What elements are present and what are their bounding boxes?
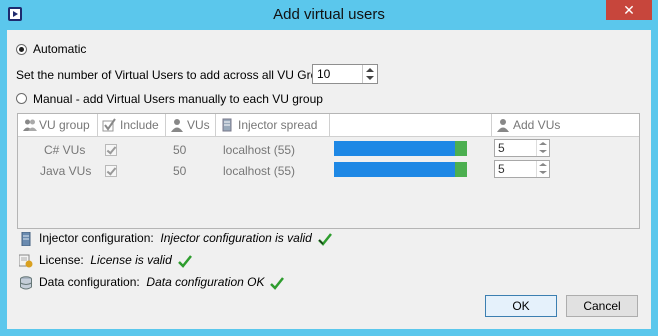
add-vus-value[interactable]: 5	[498, 162, 505, 176]
status-value: Data configuration OK	[146, 275, 265, 289]
license-icon	[19, 254, 33, 268]
column-header-add-vus: Add VUs	[492, 114, 639, 137]
vu-group-table: VU group Include VUs Injector spread Add…	[17, 113, 640, 229]
checkmark-icon	[177, 255, 192, 268]
injector-spread-bar	[334, 141, 467, 156]
dialog-content: Automatic Set the number of Virtual User…	[7, 30, 651, 329]
ok-button[interactable]: OK	[485, 295, 557, 317]
add-vus-spinner-buttons[interactable]	[536, 161, 549, 177]
window-title: Add virtual users	[273, 6, 385, 23]
title-bar: Add virtual users ✕	[0, 0, 658, 30]
spinner-up-icon[interactable]	[539, 163, 547, 166]
column-header-injector-spread: Injector spread	[216, 114, 330, 137]
checkmark-icon	[317, 233, 332, 246]
vu-count-value[interactable]: 10	[317, 67, 330, 81]
add-vus-spinner[interactable]: 5	[494, 160, 550, 178]
include-checkbox[interactable]	[105, 144, 117, 156]
status-label: Data configuration:	[39, 275, 140, 289]
server-icon	[222, 118, 232, 132]
spread-bar-green	[455, 162, 467, 177]
checkbox-icon	[102, 118, 116, 132]
vu-count-spinner-buttons[interactable]	[362, 65, 377, 83]
add-vus-spinner[interactable]: 5	[494, 139, 550, 157]
injector-spread: localhost (55)	[223, 143, 296, 157]
data-status: Data configuration: Data configuration O…	[19, 275, 285, 290]
column-header-vus: VUs	[166, 114, 216, 137]
add-vus-spinner-buttons[interactable]	[536, 140, 549, 156]
spinner-up-icon[interactable]	[366, 68, 374, 72]
vu-group-name: Java VUs	[40, 164, 92, 178]
status-label: Injector configuration:	[39, 231, 154, 245]
close-button[interactable]: ✕	[606, 0, 652, 20]
injector-spread-bar	[334, 162, 467, 177]
status-label: License:	[39, 253, 84, 267]
column-header-label: VUs	[187, 118, 210, 132]
vu-group-name: C# VUs	[44, 143, 86, 157]
add-vus-value[interactable]: 5	[498, 141, 505, 155]
cancel-button[interactable]: Cancel	[566, 295, 638, 317]
user-icon	[171, 119, 183, 132]
column-header-label: VU group	[39, 118, 90, 132]
automatic-radio[interactable]	[16, 44, 27, 55]
vu-count-spinner[interactable]: 10	[312, 64, 378, 84]
license-status: License: License is valid	[19, 253, 192, 268]
column-header-include: Include	[98, 114, 166, 137]
column-header-label: Add VUs	[513, 118, 561, 132]
database-icon	[20, 276, 32, 290]
injector-spread: localhost (55)	[223, 164, 296, 178]
column-header-vu-group: VU group	[18, 114, 98, 137]
status-value: Injector configuration is valid	[160, 231, 312, 245]
manual-radio[interactable]	[16, 93, 27, 104]
column-header-label: Injector spread	[238, 118, 318, 132]
spinner-up-icon[interactable]	[539, 142, 547, 145]
injector-status: Injector configuration: Injector configu…	[19, 231, 332, 246]
spread-bar-green	[455, 141, 467, 156]
user-icon	[497, 119, 509, 132]
manual-label[interactable]: Manual - add Virtual Users manually to e…	[33, 92, 323, 106]
include-checkbox[interactable]	[105, 165, 117, 177]
column-header-label: Include	[120, 118, 159, 132]
column-header-spread-bar	[330, 114, 492, 137]
vus-count: 50	[173, 143, 187, 157]
status-value: License is valid	[90, 253, 172, 267]
dialog-window: Add virtual users ✕ Automatic Set the nu…	[0, 0, 658, 336]
users-icon	[23, 119, 37, 131]
vu-count-label: Set the number of Virtual Users to add a…	[16, 68, 340, 82]
spinner-down-icon[interactable]	[539, 171, 547, 174]
spinner-down-icon[interactable]	[539, 150, 547, 153]
automatic-label[interactable]: Automatic	[33, 42, 86, 56]
server-icon	[21, 231, 31, 246]
checkmark-icon	[270, 277, 285, 290]
vus-count: 50	[173, 164, 187, 178]
spinner-down-icon[interactable]	[366, 76, 374, 80]
